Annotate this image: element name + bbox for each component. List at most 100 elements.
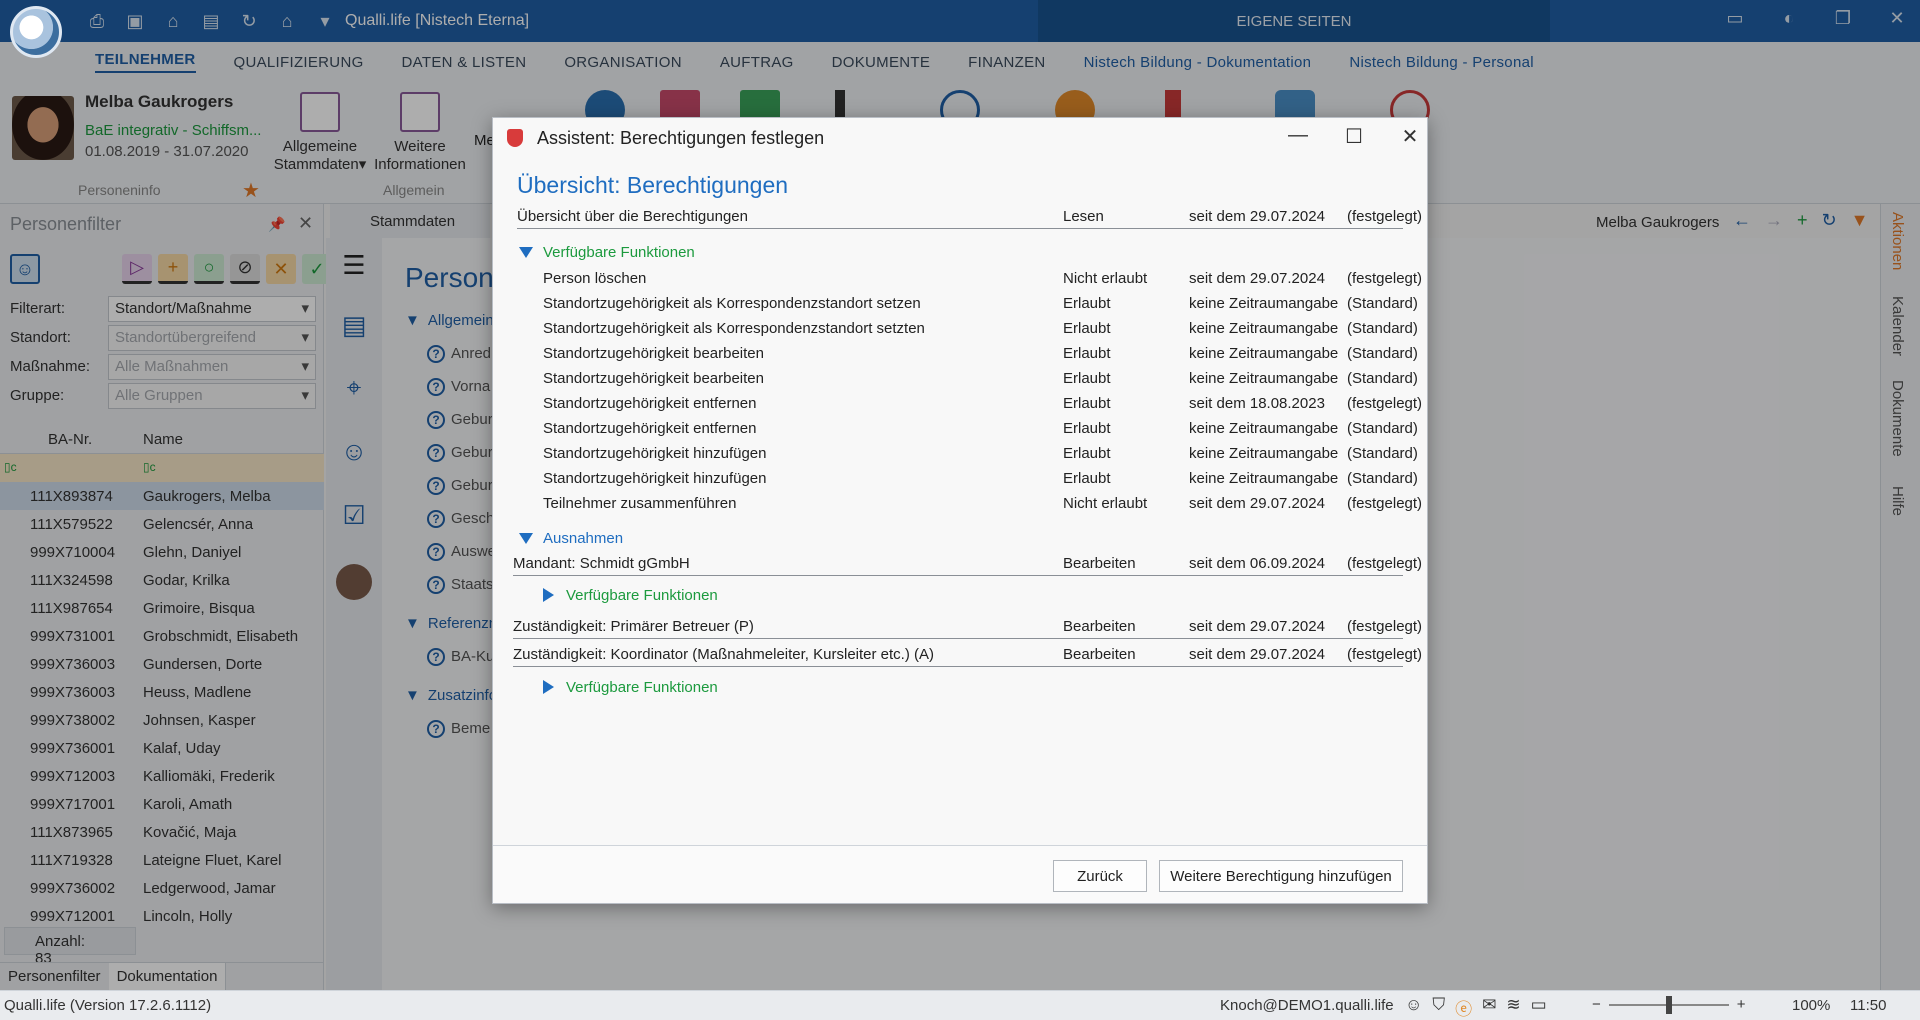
function-name: Standortzugehörigkeit entfernen: [543, 420, 757, 437]
exception-permission: Bearbeiten: [1063, 646, 1136, 663]
exception-row-koordinator[interactable]: Zuständigkeit: Koordinator (Maßnahmeleit…: [513, 643, 1422, 667]
dialog-title: Assistent: Berechtigungen festlegen: [537, 128, 825, 148]
maximize-icon[interactable]: ☐: [1339, 124, 1369, 149]
function-state: (Standard): [1347, 470, 1418, 487]
exception-date: seit dem 29.07.2024: [1189, 646, 1325, 663]
function-name: Standortzugehörigkeit als Korrespondenzs…: [543, 320, 925, 337]
function-name: Teilnehmer zusammenführen: [543, 495, 737, 512]
close-icon[interactable]: ✕: [1395, 124, 1425, 149]
function-name: Standortzugehörigkeit hinzufügen: [543, 445, 767, 462]
dialog-heading: Übersicht: Berechtigungen: [517, 172, 789, 198]
exception-name: Zuständigkeit: Koordinator (Maßnahmeleit…: [513, 646, 935, 663]
section-verfuegbare-funktionen-collapsed[interactable]: Verfügbare Funktionen: [543, 679, 718, 696]
overview-state: (festgelegt): [1347, 208, 1423, 225]
app-logo[interactable]: [10, 6, 62, 58]
function-date: keine Zeitraumangabe: [1189, 345, 1339, 362]
function-row[interactable]: Standortzugehörigkeit als Korrespondenzs…: [543, 317, 1418, 341]
user-label: Knoch@DEMO1.qualli.life: [1220, 997, 1394, 1014]
section-verfuegbare-funktionen-collapsed[interactable]: Verfügbare Funktionen: [543, 587, 718, 604]
zoom-out-icon[interactable]: −: [1592, 996, 1601, 1013]
exception-row-mandant[interactable]: Mandant: Schmidt gGmbH Bearbeiten seit d…: [513, 552, 1422, 576]
function-permission: Erlaubt: [1063, 420, 1111, 437]
exception-date: seit dem 06.09.2024: [1189, 555, 1325, 572]
function-name: Standortzugehörigkeit bearbeiten: [543, 370, 764, 387]
function-permission: Nicht erlaubt: [1063, 270, 1148, 287]
overview-row: Übersicht über die Berechtigungen Lesen …: [517, 205, 1422, 229]
back-button[interactable]: Zurück: [1053, 860, 1147, 892]
function-permission: Erlaubt: [1063, 345, 1111, 362]
zoom-control: − +: [1592, 995, 1746, 1014]
expand-right-icon: [543, 588, 554, 602]
section-label: Verfügbare Funktionen: [543, 244, 695, 261]
function-permission: Erlaubt: [1063, 295, 1111, 312]
section-verfuegbare-funktionen[interactable]: Verfügbare Funktionen: [519, 244, 695, 261]
function-date: keine Zeitraumangabe: [1189, 295, 1339, 312]
function-row[interactable]: Standortzugehörigkeit bearbeiten Erlaubt k…: [543, 342, 1418, 366]
function-name: Standortzugehörigkeit entfernen: [543, 395, 757, 412]
function-state: (festgelegt): [1347, 395, 1423, 412]
function-permission: Erlaubt: [1063, 395, 1111, 412]
wifi-icon[interactable]: ≋: [1506, 995, 1520, 1020]
zoom-slider[interactable]: [1608, 995, 1729, 1014]
user-icon[interactable]: ☺: [1405, 995, 1422, 1020]
function-permission: Nicht erlaubt: [1063, 495, 1148, 512]
function-permission: Erlaubt: [1063, 445, 1111, 462]
function-row[interactable]: Standortzugehörigkeit entfernen Erlaubt se…: [543, 392, 1422, 416]
function-permission: Erlaubt: [1063, 370, 1111, 387]
function-row[interactable]: Standortzugehörigkeit als Korrespondenzs…: [543, 292, 1418, 316]
permissions-dialog: Assistent: Berechtigungen festlegen — ☐ …: [492, 117, 1428, 904]
add-permission-button[interactable]: Weitere Berechtigung hinzufügen: [1159, 860, 1403, 892]
function-name: Standortzugehörigkeit bearbeiten: [543, 345, 764, 362]
section-label: Verfügbare Funktionen: [566, 679, 718, 696]
e-icon[interactable]: ⓔ: [1455, 995, 1472, 1020]
function-row[interactable]: Standortzugehörigkeit hinzufügen Erlaubt k…: [543, 467, 1418, 491]
function-date: keine Zeitraumangabe: [1189, 420, 1339, 437]
exception-row-primaerer-betreuer[interactable]: Zuständigkeit: Primärer Betreuer (P) Bea…: [513, 615, 1422, 639]
function-state: (Standard): [1347, 295, 1418, 312]
overview-permission: Lesen: [1063, 208, 1104, 225]
function-date: seit dem 18.08.2023: [1189, 395, 1325, 412]
function-row[interactable]: Person löschen Nicht erlaubt seit dem 29.0…: [543, 267, 1422, 291]
function-name: Standortzugehörigkeit hinzufügen: [543, 470, 767, 487]
version-label: Qualli.life (Version 17.2.6.1112): [4, 997, 212, 1014]
function-state: (Standard): [1347, 445, 1418, 462]
function-name: Standortzugehörigkeit als Korrespondenzs…: [543, 295, 921, 312]
status-bar: Qualli.life (Version 17.2.6.1112) Knoch@…: [0, 990, 1920, 1020]
dialog-footer: Zurück Weitere Berechtigung hinzufügen: [493, 845, 1427, 903]
expand-down-icon: [519, 247, 533, 258]
zoom-in-icon[interactable]: +: [1737, 996, 1746, 1013]
function-state: (Standard): [1347, 320, 1418, 337]
function-row[interactable]: Teilnehmer zusammenführen Nicht erlaubt se…: [543, 492, 1422, 516]
function-date: seit dem 29.07.2024: [1189, 270, 1325, 287]
function-permission: Erlaubt: [1063, 470, 1111, 487]
exception-permission: Bearbeiten: [1063, 618, 1136, 635]
function-state: (festgelegt): [1347, 270, 1423, 287]
exception-permission: Bearbeiten: [1063, 555, 1136, 572]
clock: 11:50: [1850, 997, 1887, 1014]
exception-date: seit dem 29.07.2024: [1189, 618, 1325, 635]
function-state: (Standard): [1347, 370, 1418, 387]
overview-date: seit dem 29.07.2024: [1189, 208, 1325, 225]
function-date: keine Zeitraumangabe: [1189, 370, 1339, 387]
section-label: Ausnahmen: [543, 530, 624, 547]
mail-icon[interactable]: ✉: [1482, 995, 1496, 1020]
function-state: (festgelegt): [1347, 495, 1423, 512]
exception-name: Zuständigkeit: Primärer Betreuer (P): [513, 618, 754, 635]
dialog-title-bar: Assistent: Berechtigungen festlegen — ☐ …: [493, 118, 1427, 158]
minimize-icon[interactable]: —: [1283, 124, 1313, 147]
layout-icon[interactable]: ▭: [1531, 995, 1547, 1020]
shield-icon[interactable]: ⛉: [1432, 995, 1445, 1020]
function-row[interactable]: Standortzugehörigkeit entfernen Erlaubt ke…: [543, 417, 1418, 441]
function-date: keine Zeitraumangabe: [1189, 320, 1339, 337]
shield-icon: [507, 129, 523, 147]
exception-state: (festgelegt): [1347, 555, 1423, 572]
function-permission: Erlaubt: [1063, 320, 1111, 337]
exception-state: (festgelegt): [1347, 646, 1423, 663]
function-row[interactable]: Standortzugehörigkeit bearbeiten Erlaubt k…: [543, 367, 1418, 391]
function-row[interactable]: Standortzugehörigkeit hinzufügen Erlaubt k…: [543, 442, 1418, 466]
function-state: (Standard): [1347, 345, 1418, 362]
section-ausnahmen[interactable]: Ausnahmen: [519, 530, 623, 547]
function-state: (Standard): [1347, 420, 1418, 437]
exception-name: Mandant: Schmidt gGmbH: [513, 555, 690, 572]
zoom-slider-thumb[interactable]: [1665, 995, 1672, 1014]
